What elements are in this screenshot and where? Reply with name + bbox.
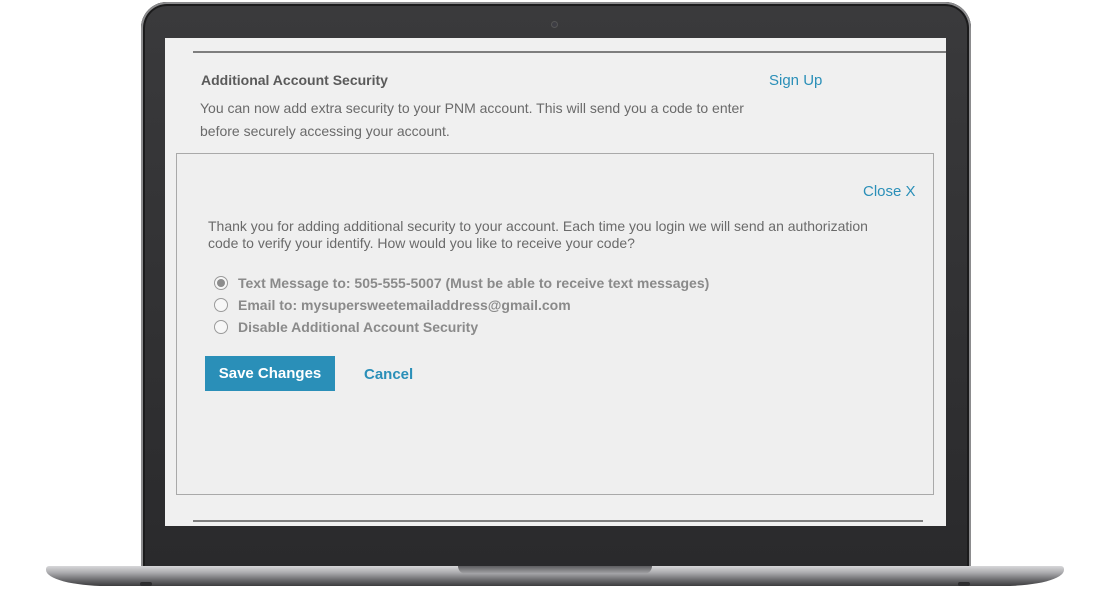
section-description: You can now add extra security to your P…	[200, 100, 744, 139]
laptop-notch	[458, 566, 652, 574]
laptop-foot-left	[140, 582, 152, 586]
option-label: Email to: mysupersweetemailaddress@gmail…	[238, 297, 571, 313]
save-changes-button[interactable]: Save Changes	[205, 356, 335, 391]
delivery-method-options: Text Message to: 505-555-5007 (Must be a…	[214, 272, 709, 338]
radio-disable[interactable]	[214, 320, 228, 334]
sign-up-link[interactable]: Sign Up	[769, 72, 822, 89]
panel-intro-text: Thank you for adding additional security…	[208, 218, 868, 251]
option-text-message[interactable]: Text Message to: 505-555-5007 (Must be a…	[214, 272, 709, 294]
option-label: Disable Additional Account Security	[238, 319, 479, 335]
divider-top	[193, 51, 946, 53]
security-settings-panel: Close X Thank you for adding additional …	[176, 153, 934, 495]
option-label: Text Message to: 505-555-5007 (Must be a…	[238, 275, 710, 291]
divider-bottom	[193, 520, 923, 522]
radio-text-message[interactable]	[214, 276, 228, 290]
webcam-icon	[552, 22, 557, 27]
radio-email[interactable]	[214, 298, 228, 312]
cancel-link[interactable]: Cancel	[364, 366, 413, 383]
close-panel-link[interactable]: Close X	[863, 183, 916, 200]
laptop-foot-right	[958, 582, 970, 586]
option-email[interactable]: Email to: mysupersweetemailaddress@gmail…	[214, 294, 709, 316]
option-disable[interactable]: Disable Additional Account Security	[214, 316, 709, 338]
section-title: Additional Account Security	[201, 72, 388, 88]
laptop-screen: Additional Account Security You can now …	[165, 38, 946, 526]
